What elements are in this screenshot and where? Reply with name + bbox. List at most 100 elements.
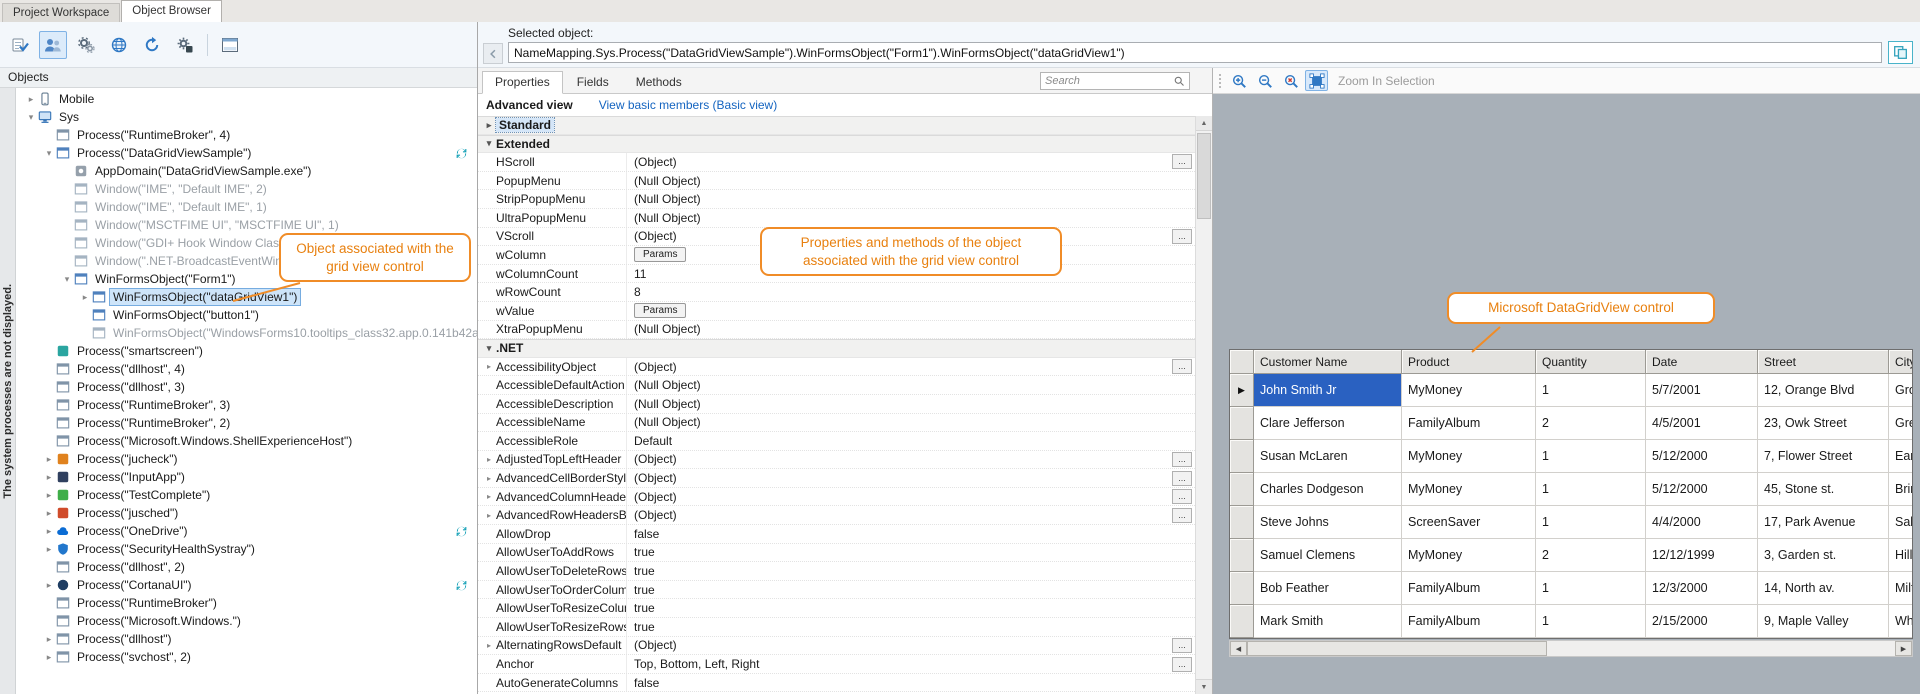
grid-cell[interactable]: 1 [1536, 605, 1646, 638]
zoom-out-button[interactable] [1253, 70, 1276, 91]
grid-cell[interactable]: 14, North av. [1758, 572, 1889, 605]
basic-view-link[interactable]: View basic members (Basic view) [599, 98, 778, 112]
grid-cell[interactable]: John Smith Jr [1254, 374, 1402, 407]
object-browser-button[interactable] [39, 31, 67, 59]
property-row-accessiblerole[interactable]: AccessibleRoleDefault [478, 432, 1195, 451]
current-row-indicator[interactable]: ▶ [1230, 374, 1254, 407]
collapse-arrow-icon[interactable]: ▾ [24, 108, 38, 126]
expand-arrow-icon[interactable]: ▸ [42, 648, 56, 666]
grid-cell[interactable]: 12, Orange Blvd [1758, 374, 1889, 407]
grid-cell[interactable]: Bringt [1889, 473, 1913, 506]
grid-cell[interactable]: 3, Garden st. [1758, 539, 1889, 572]
grid-cell[interactable]: 23, Owk Street [1758, 407, 1889, 440]
collapse-arrow-icon[interactable]: ▾ [482, 343, 496, 354]
grid-cell[interactable]: Bob Feather [1254, 572, 1402, 605]
tree-item-process-dllhost-2[interactable]: Process("dllhost", 2) [16, 558, 477, 576]
scroll-up-icon[interactable]: ▲ [1196, 116, 1212, 131]
grid-row-header[interactable] [1230, 407, 1254, 440]
grid-cell[interactable]: 45, Stone st. [1758, 473, 1889, 506]
grid-cell[interactable]: Earlca [1889, 440, 1913, 473]
expand-arrow-icon[interactable]: ▸ [482, 641, 496, 650]
property-row-allowusertoresizecolun[interactable]: AllowUserToResizeColuntrue [478, 599, 1195, 618]
grid-row-header[interactable] [1230, 440, 1254, 473]
mapped-objects-check-button[interactable] [6, 31, 34, 59]
tree-item-winformsobject-button1[interactable]: WinFormsObject("button1") [16, 306, 477, 324]
property-row-wvalue[interactable]: wValueParams [478, 302, 1195, 321]
expand-arrow-icon[interactable]: ▸ [482, 455, 496, 464]
property-row-advancedrowheadersb[interactable]: ▸AdvancedRowHeadersB(Object)... [478, 506, 1195, 525]
property-row-popupmenu[interactable]: PopupMenu(Null Object) [478, 172, 1195, 191]
copy-highlight-button[interactable] [1888, 41, 1913, 64]
grid-cell[interactable]: Grovet [1889, 374, 1913, 407]
property-row-accessibledescription[interactable]: AccessibleDescription(Null Object) [478, 395, 1195, 414]
expand-arrow-icon[interactable]: ▸ [482, 474, 496, 483]
ellipsis-button[interactable]: ... [1172, 508, 1192, 523]
tree-item-process-datagridviewsample[interactable]: ▾Process("DataGridViewSample") [16, 144, 477, 162]
tree-item-winformsobject-datagridview1[interactable]: ▸WinFormsObject("dataGridView1") [16, 288, 477, 306]
grid-cell[interactable]: Steve Johns [1254, 506, 1402, 539]
ellipsis-button[interactable]: ... [1172, 489, 1192, 504]
tree-item-process-microsoft-windows[interactable]: Process("Microsoft.Windows.") [16, 612, 477, 630]
property-row-anchor[interactable]: AnchorTop, Bottom, Left, Right... [478, 655, 1195, 674]
expand-arrow-icon[interactable]: ▸ [78, 288, 92, 306]
grid-cell[interactable]: 1 [1536, 440, 1646, 473]
grid-row-header[interactable] [1230, 539, 1254, 572]
expand-arrow-icon[interactable]: ▸ [42, 576, 56, 594]
grid-cell[interactable]: 2/15/2000 [1646, 605, 1758, 638]
tree-item-process-onedrive[interactable]: ▸Process("OneDrive") [16, 522, 477, 540]
show-panels-button[interactable] [216, 31, 244, 59]
ellipsis-button[interactable]: ... [1172, 657, 1192, 672]
grid-cell[interactable]: 5/7/2001 [1646, 374, 1758, 407]
tree-item-winformsobject-windowsforms10-tooltips-c[interactable]: WinFormsObject("WindowsForms10.tooltips_… [16, 324, 477, 342]
scroll-left-icon[interactable]: ◀ [1230, 641, 1247, 656]
grid-cell[interactable]: Susan McLaren [1254, 440, 1402, 473]
ellipsis-button[interactable]: ... [1172, 359, 1192, 374]
params-button[interactable]: Params [634, 247, 686, 262]
tree-item-process-jucheck[interactable]: ▸Process("jucheck") [16, 450, 477, 468]
tree-item-process-cortanaui[interactable]: ▸Process("CortanaUI") [16, 576, 477, 594]
tree-item-mobile[interactable]: ▸Mobile [16, 90, 477, 108]
grid-cell[interactable]: Samuel Clemens [1254, 539, 1402, 572]
property-row-accessiblename[interactable]: AccessibleName(Null Object) [478, 414, 1195, 433]
property-row-allowusertodeleterows[interactable]: AllowUserToDeleteRowstrue [478, 562, 1195, 581]
grid-cell[interactable]: 2 [1536, 407, 1646, 440]
scrollbar-thumb[interactable] [1197, 133, 1211, 219]
tree-item-process-microsoft-windows-shellexperienc[interactable]: Process("Microsoft.Windows.ShellExperien… [16, 432, 477, 450]
grid-column-header-city[interactable]: City [1889, 350, 1913, 374]
grid-cell[interactable]: Whites [1889, 605, 1913, 638]
tab-fields[interactable]: Fields [564, 71, 622, 93]
expand-arrow-icon[interactable]: ▸ [42, 522, 56, 540]
grid-column-header-quantity[interactable]: Quantity [1536, 350, 1646, 374]
grid-cell[interactable]: 4/4/2000 [1646, 506, 1758, 539]
grid-column-header-product[interactable]: Product [1402, 350, 1536, 374]
grid-cell[interactable]: MyMoney [1402, 440, 1536, 473]
property-row-advancedcellborderstyl[interactable]: ▸AdvancedCellBorderStyl(Object)... [478, 469, 1195, 488]
property-row-allowdrop[interactable]: AllowDropfalse [478, 525, 1195, 544]
tree-item-window-ime-default-ime-1[interactable]: Window("IME", "Default IME", 1) [16, 198, 477, 216]
scroll-right-icon[interactable]: ▶ [1895, 641, 1912, 656]
grid-row-header[interactable] [1230, 506, 1254, 539]
expand-arrow-icon[interactable]: ▸ [482, 511, 496, 520]
search-box[interactable] [1040, 72, 1190, 90]
grid-corner-cell[interactable] [1230, 350, 1254, 374]
grid-column-header-customer-name[interactable]: Customer Name [1254, 350, 1402, 374]
tree-item-appdomain-datagridviewsample-exe[interactable]: AppDomain("DataGridViewSample.exe") [16, 162, 477, 180]
property-row-accessibilityobject[interactable]: ▸AccessibilityObject(Object)... [478, 358, 1195, 377]
property-row-autogeneratecolumns[interactable]: AutoGenerateColumnsfalse [478, 674, 1195, 693]
app-tab-object-browser[interactable]: Object Browser [121, 0, 222, 22]
tree-item-process-smartscreen[interactable]: Process("smartscreen") [16, 342, 477, 360]
tree-item-process-jusched[interactable]: ▸Process("jusched") [16, 504, 477, 522]
search-input[interactable] [1041, 75, 1173, 87]
grid-cell[interactable]: Hillsb [1889, 539, 1913, 572]
property-row-alternatingrowsdefault[interactable]: ▸AlternatingRowsDefault(Object)... [478, 637, 1195, 656]
grid-cell[interactable]: 1 [1536, 572, 1646, 605]
grid-cell[interactable]: 1 [1536, 473, 1646, 506]
grid-cell[interactable]: 9, Maple Valley [1758, 605, 1889, 638]
app-tab-project-workspace[interactable]: Project Workspace [2, 3, 120, 22]
grid-cell[interactable]: MyMoney [1402, 473, 1536, 506]
grid-cell[interactable]: Greent [1889, 407, 1913, 440]
tab-methods[interactable]: Methods [623, 71, 695, 93]
ellipsis-button[interactable]: ... [1172, 229, 1192, 244]
grid-row-header[interactable] [1230, 473, 1254, 506]
tree-item-process-runtimebroker-4[interactable]: Process("RuntimeBroker", 4) [16, 126, 477, 144]
